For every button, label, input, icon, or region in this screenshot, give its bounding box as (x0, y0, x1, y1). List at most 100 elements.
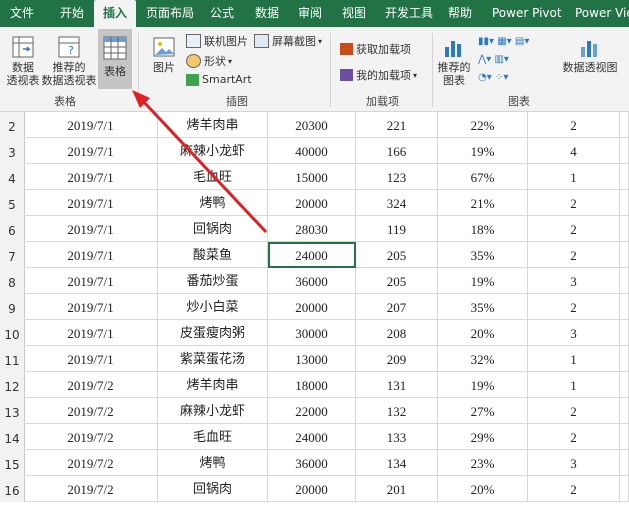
cell-c4[interactable]: 166 (356, 138, 438, 164)
cell-pct[interactable]: 32% (438, 346, 528, 372)
cell-amount[interactable]: 13000 (268, 346, 356, 372)
cell-date[interactable]: 2019/7/1 (24, 190, 158, 216)
cell-dish[interactable]: 麻辣小龙虾 (158, 398, 268, 424)
screenshot-button[interactable]: 屏幕截图 ▾ (254, 33, 322, 49)
cell-c7[interactable] (620, 268, 629, 294)
cell-c4[interactable]: 133 (356, 424, 438, 450)
cell-amount[interactable]: 24000 (268, 424, 356, 450)
row-header[interactable]: 6 (0, 216, 25, 242)
row-header[interactable]: 4 (0, 164, 25, 190)
cell-amount[interactable]: 28030 (268, 216, 356, 242)
cell-date[interactable]: 2019/7/1 (24, 138, 158, 164)
row-header[interactable]: 14 (0, 424, 25, 450)
cell-c6[interactable]: 1 (528, 164, 620, 190)
recommended-charts-button[interactable]: 推荐的 图表 (436, 35, 472, 87)
cell-c4[interactable]: 207 (356, 294, 438, 320)
cell-c4[interactable]: 208 (356, 320, 438, 346)
cell-dish[interactable]: 烤鸭 (158, 450, 268, 476)
table-button[interactable]: 表格 (98, 29, 132, 89)
cell-c4[interactable]: 131 (356, 372, 438, 398)
hierarchy-chart-icon[interactable]: ▦▾ (497, 36, 511, 47)
cell-pct[interactable]: 21% (438, 190, 528, 216)
row-header[interactable]: 7 (0, 242, 25, 268)
cell-c7[interactable] (620, 398, 629, 424)
cell-c6[interactable]: 2 (528, 424, 620, 450)
cell-amount[interactable]: 20000 (268, 476, 356, 502)
row-header[interactable]: 5 (0, 190, 25, 216)
cell-date[interactable]: 2019/7/1 (24, 268, 158, 294)
row-header[interactable]: 12 (0, 372, 25, 398)
cell-amount[interactable]: 30000 (268, 320, 356, 346)
cell-c4[interactable]: 119 (356, 216, 438, 242)
cell-c6[interactable]: 1 (528, 346, 620, 372)
cell-amount[interactable]: 18000 (268, 372, 356, 398)
cell-date[interactable]: 2019/7/2 (24, 398, 158, 424)
tab-insert[interactable]: 插入 (94, 0, 136, 27)
cell-c4[interactable]: 123 (356, 164, 438, 190)
cell-c7[interactable] (620, 346, 629, 372)
shapes-button[interactable]: 形状 ▾ (186, 53, 232, 69)
cell-c7[interactable] (620, 476, 629, 502)
cell-c7[interactable] (620, 190, 629, 216)
cell-amount[interactable]: 36000 (268, 450, 356, 476)
cell-c7[interactable] (620, 112, 629, 138)
cell-c4[interactable]: 201 (356, 476, 438, 502)
cell-date[interactable]: 2019/7/2 (24, 372, 158, 398)
cell-dish[interactable]: 毛血旺 (158, 164, 268, 190)
cell-c4[interactable]: 221 (356, 112, 438, 138)
cell-amount[interactable]: 40000 (268, 138, 356, 164)
cell-c7[interactable] (620, 294, 629, 320)
pivotchart-button[interactable]: 数据透视图 (560, 35, 620, 74)
cell-c6[interactable]: 2 (528, 242, 620, 268)
cell-dish[interactable]: 烤羊肉串 (158, 372, 268, 398)
cell-c7[interactable] (620, 450, 629, 476)
cell-c6[interactable]: 2 (528, 294, 620, 320)
cell-date[interactable]: 2019/7/2 (24, 476, 158, 502)
cell-pct[interactable]: 35% (438, 294, 528, 320)
cell-c4[interactable]: 324 (356, 190, 438, 216)
tab-power-view[interactable]: Power View (575, 0, 629, 27)
pictures-button[interactable]: 图片 (146, 35, 182, 74)
online-pictures-button[interactable]: 联机图片 (186, 33, 248, 49)
cell-c4[interactable]: 209 (356, 346, 438, 372)
tab-view[interactable]: 视图 (342, 0, 366, 27)
cell-c7[interactable] (620, 372, 629, 398)
cell-dish[interactable]: 烤鸭 (158, 190, 268, 216)
row-header[interactable]: 10 (0, 320, 25, 346)
cell-pct[interactable]: 20% (438, 476, 528, 502)
cell-dish[interactable]: 酸菜鱼 (158, 242, 268, 268)
row-header[interactable]: 9 (0, 294, 25, 320)
cell-c4[interactable]: 132 (356, 398, 438, 424)
cell-pct[interactable]: 18% (438, 216, 528, 242)
cell-c7[interactable] (620, 242, 629, 268)
row-header[interactable]: 16 (0, 476, 25, 502)
cell-pct[interactable]: 35% (438, 242, 528, 268)
cell-c6[interactable]: 1 (528, 372, 620, 398)
cell-date[interactable]: 2019/7/1 (24, 294, 158, 320)
cell-c6[interactable]: 2 (528, 216, 620, 242)
cell-date[interactable]: 2019/7/2 (24, 424, 158, 450)
cell-pct[interactable]: 19% (438, 138, 528, 164)
bar-chart-icon[interactable]: ▤▾ (515, 36, 529, 47)
tab-formulas[interactable]: 公式 (210, 0, 234, 27)
cell-amount[interactable]: 24000 (268, 242, 356, 268)
cell-dish[interactable]: 毛血旺 (158, 424, 268, 450)
cell-c6[interactable]: 2 (528, 398, 620, 424)
cell-c6[interactable]: 3 (528, 268, 620, 294)
pie-chart-icon[interactable]: ◔▾ (478, 72, 492, 83)
row-header[interactable]: 13 (0, 398, 25, 424)
cell-c4[interactable]: 205 (356, 242, 438, 268)
cell-dish[interactable]: 番茄炒蛋 (158, 268, 268, 294)
row-header[interactable]: 15 (0, 450, 25, 476)
cell-c6[interactable]: 2 (528, 190, 620, 216)
cell-amount[interactable]: 22000 (268, 398, 356, 424)
cell-c6[interactable]: 3 (528, 320, 620, 346)
smartart-button[interactable]: SmartArt (186, 73, 252, 86)
tab-help[interactable]: 帮助 (448, 0, 472, 27)
cell-amount[interactable]: 36000 (268, 268, 356, 294)
cell-dish[interactable]: 炒小白菜 (158, 294, 268, 320)
tab-power-pivot[interactable]: Power Pivot (492, 0, 562, 27)
cell-pct[interactable]: 27% (438, 398, 528, 424)
statistic-chart-icon[interactable]: ▥▾ (494, 54, 508, 65)
my-addins-button[interactable]: 我的加载项 ▾ (340, 67, 417, 83)
